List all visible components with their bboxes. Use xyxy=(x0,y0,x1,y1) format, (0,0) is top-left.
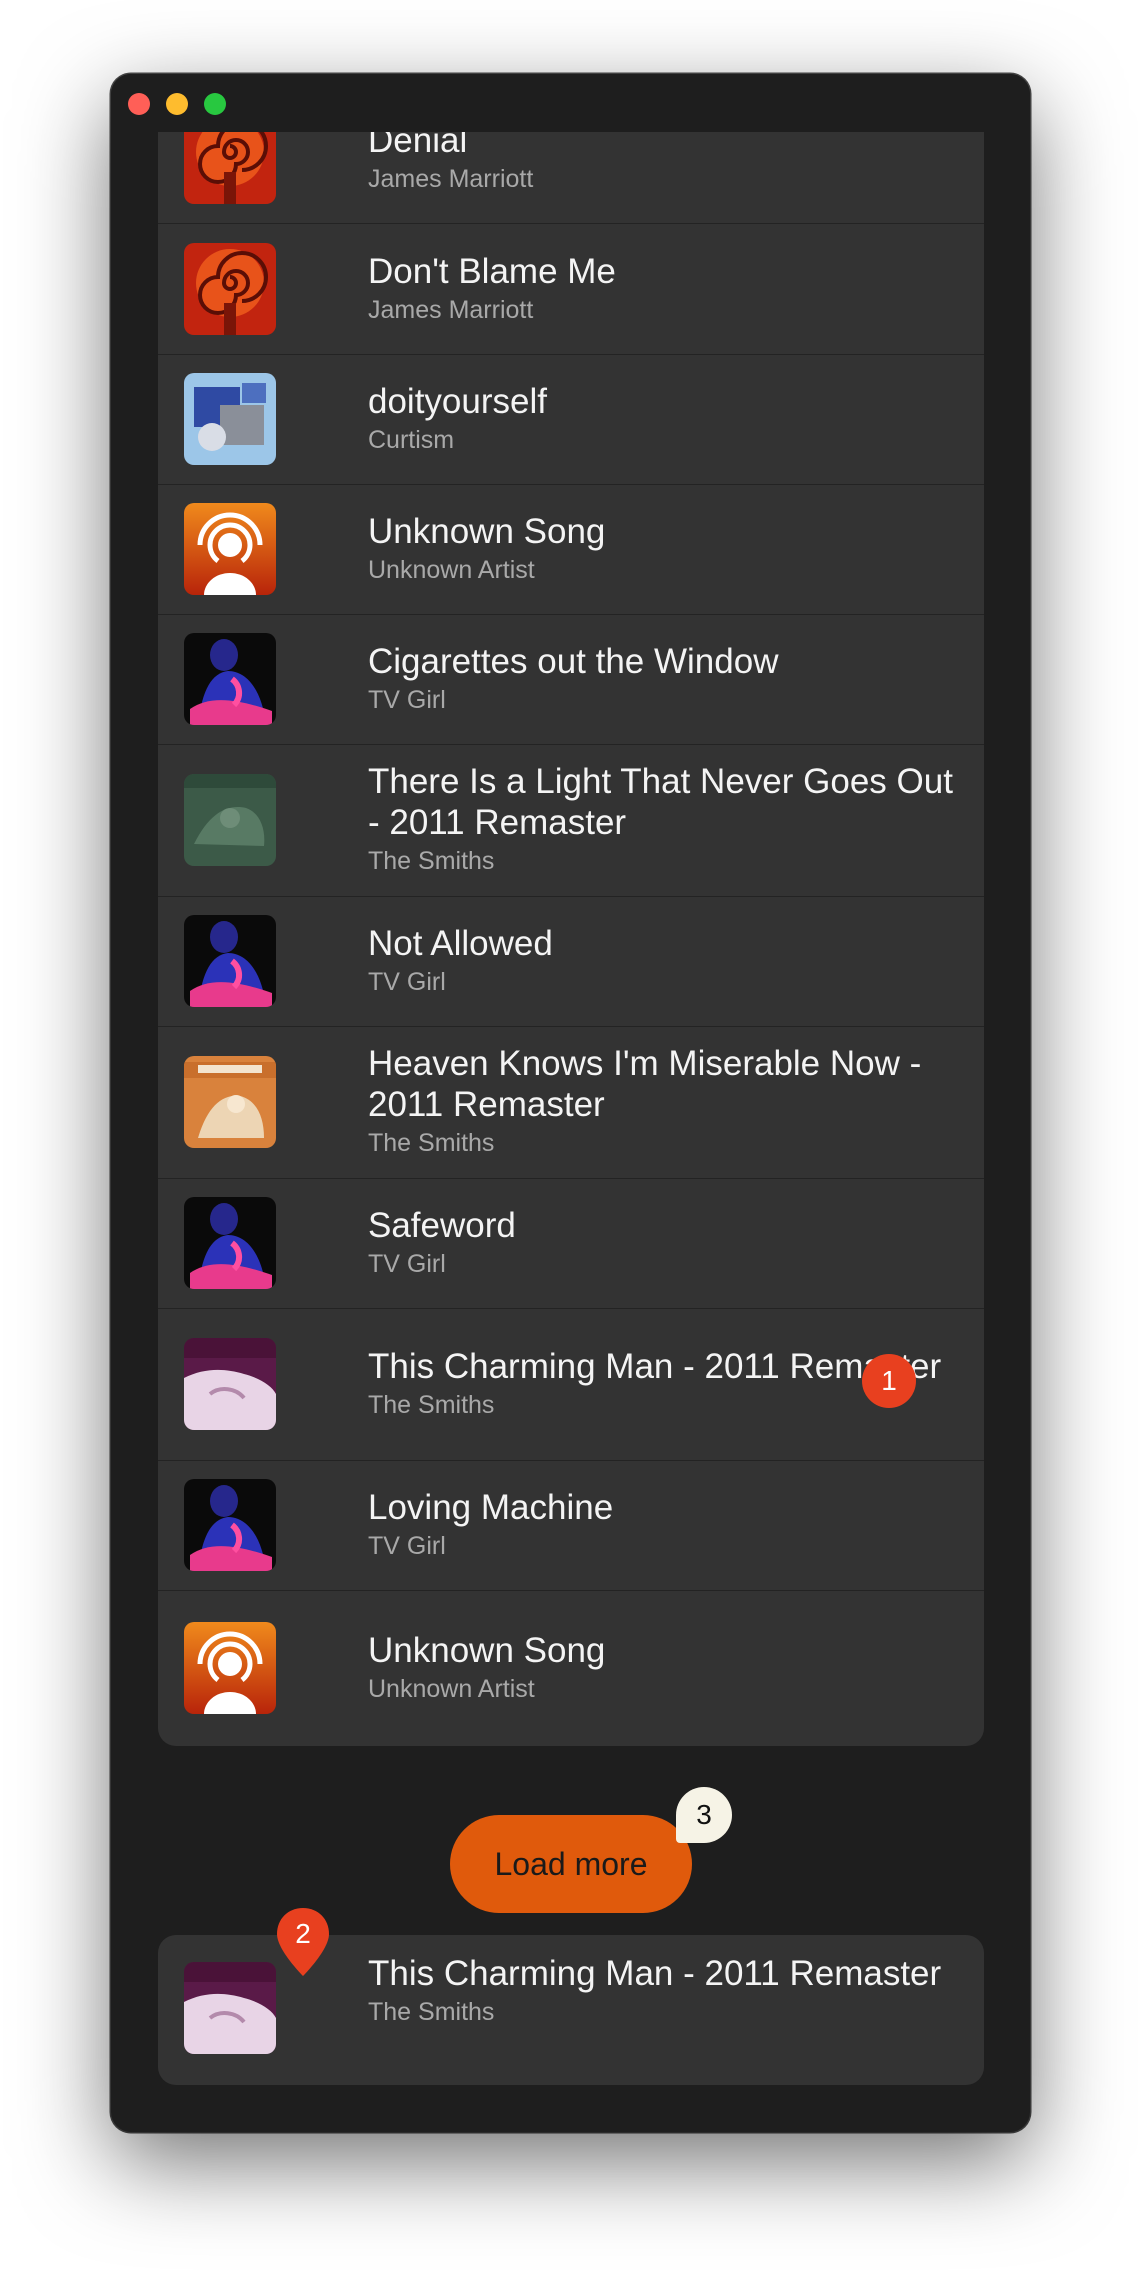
close-window-button[interactable] xyxy=(128,93,150,115)
song-title: Loving Machine xyxy=(368,1488,614,1527)
song-artist: TV Girl xyxy=(368,1250,446,1278)
song-row[interactable]: Unknown Song Unknown Artist xyxy=(158,1590,984,1746)
album-art xyxy=(184,1962,276,2054)
album-art xyxy=(184,1479,276,1571)
song-title: Cigarettes out the Window xyxy=(368,642,779,681)
album-art xyxy=(184,915,276,1007)
location-pin-badge: 2 xyxy=(275,1906,331,1978)
song-row[interactable]: Loving Machine TV Girl xyxy=(158,1460,984,1591)
song-row[interactable]: This Charming Man - 2011 Remaster The Smi… xyxy=(158,1308,984,1461)
album-art xyxy=(184,1622,276,1714)
song-row[interactable]: Not Allowed TV Girl xyxy=(158,896,984,1027)
song-artist: Curtism xyxy=(368,426,455,454)
load-more-button[interactable]: Load more xyxy=(450,1815,692,1913)
album-art xyxy=(184,243,276,335)
song-row[interactable]: Safeword TV Girl xyxy=(158,1178,984,1309)
song-artist: Unknown Artist xyxy=(368,556,535,584)
song-row[interactable]: Cigarettes out the Window TV Girl xyxy=(158,614,984,745)
song-title: Unknown Song xyxy=(368,1631,606,1670)
song-title: Not Allowed xyxy=(368,924,553,963)
album-art xyxy=(184,132,276,204)
song-row[interactable]: doityourself Curtism xyxy=(158,354,984,485)
title-bar xyxy=(111,74,1030,132)
album-art xyxy=(184,1338,276,1430)
song-list: Denial James Marriott Don't Blame Me James … xyxy=(158,132,984,1746)
song-artist: The Smiths xyxy=(368,847,495,875)
song-title: Heaven Knows I'm Miserable Now - 2011 Re… xyxy=(368,1044,922,1124)
song-title: Denial xyxy=(368,132,468,160)
pin-badge-number: 2 xyxy=(295,1918,311,1949)
album-art xyxy=(184,1197,276,1289)
song-title: Unknown Song xyxy=(368,512,606,551)
notification-badge: 1 xyxy=(862,1354,916,1408)
now-playing-title: This Charming Man - 2011 Remaster xyxy=(368,1954,942,1993)
song-artist: James Marriott xyxy=(368,165,534,193)
album-art xyxy=(184,373,276,465)
album-art xyxy=(184,774,276,866)
song-title: Safeword xyxy=(368,1206,516,1245)
song-row[interactable]: Denial James Marriott xyxy=(158,132,984,224)
maximize-window-button[interactable] xyxy=(204,93,226,115)
chat-bubble-badge: 3 xyxy=(676,1787,732,1843)
song-artist: TV Girl xyxy=(368,1532,446,1560)
song-title: There Is a Light That Never Goes Out - 2… xyxy=(368,762,953,842)
song-artist: TV Girl xyxy=(368,686,446,714)
song-artist: James Marriott xyxy=(368,296,534,324)
minimize-window-button[interactable] xyxy=(166,93,188,115)
song-artist: The Smiths xyxy=(368,1129,495,1157)
song-title: doityourself xyxy=(368,382,547,421)
song-row[interactable]: Don't Blame Me James Marriott xyxy=(158,224,984,355)
album-art xyxy=(184,633,276,725)
now-playing-artist: The Smiths xyxy=(368,1998,495,2026)
album-art xyxy=(184,1056,276,1148)
song-row[interactable]: There Is a Light That Never Goes Out - 2… xyxy=(158,744,984,897)
song-row[interactable]: Heaven Knows I'm Miserable Now - 2011 Re… xyxy=(158,1026,984,1179)
song-row[interactable]: Unknown Song Unknown Artist xyxy=(158,484,984,615)
song-title: Don't Blame Me xyxy=(368,252,616,291)
song-artist: Unknown Artist xyxy=(368,1675,535,1703)
album-art xyxy=(184,503,276,595)
song-artist: TV Girl xyxy=(368,968,446,996)
